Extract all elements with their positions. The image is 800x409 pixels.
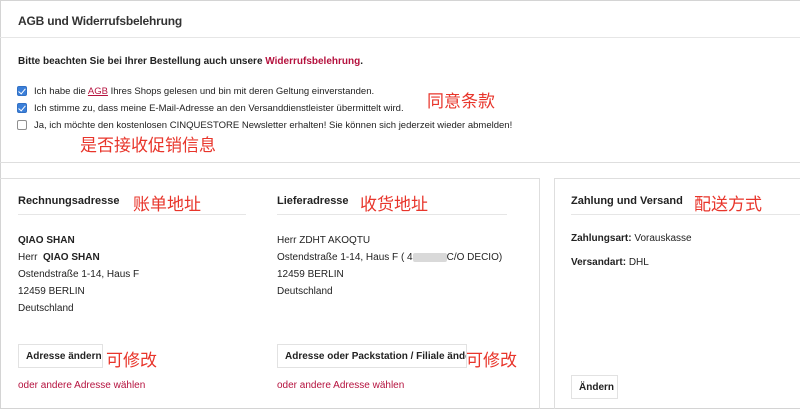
newsletter-row[interactable]: Ja, ich möchte den kostenlosen CINQUESTO… — [17, 118, 512, 132]
annotation-billing: 账单地址 — [133, 195, 201, 215]
agb-checkbox-row[interactable]: Ich habe die AGB Ihres Shops gelesen und… — [17, 84, 374, 98]
agb-note-text: Bitte beachten Sie bei Ihrer Bestellung … — [18, 56, 266, 67]
shipping-other-address-link[interactable]: oder andere Adresse wählen — [277, 380, 404, 391]
annotation-agree-terms: 同意条款 — [427, 92, 495, 112]
redacted-blur — [412, 252, 447, 262]
billing-title-divider — [18, 214, 246, 215]
widerruf-link[interactable]: Widerrufsbelehrung — [265, 56, 360, 67]
shipping-change-address-button[interactable]: Adresse oder Packstation / Filiale änder… — [277, 344, 467, 368]
agb-checkbox-label: Ich habe die AGB Ihres Shops gelesen und… — [34, 86, 374, 97]
billing-title: Rechnungsadresse — [18, 195, 120, 207]
shipping-street-part2: C/O DECIO) — [446, 252, 503, 263]
agb-panel: AGB und Widerrufsbelehrung Bitte beachte… — [0, 0, 800, 163]
shipping-method-value: DHL — [628, 257, 649, 268]
agb-title: AGB und Widerrufsbelehrung — [18, 14, 183, 28]
shipping-street: Ostendstraße 1-14, Haus F ( 4 C/O DECIO) — [277, 252, 502, 263]
billing-salutation-name: Herr QIAO SHAN — [18, 252, 100, 263]
shipping-method-label: Versandart: — [571, 257, 627, 268]
email-consent-checkbox[interactable] — [17, 103, 27, 113]
annotation-delivery-method: 配送方式 — [694, 195, 762, 215]
agb-note-end: . — [360, 56, 363, 67]
billing-street: Ostendstraße 1-14, Haus F — [18, 269, 140, 280]
annotation-editable-billing: 可修改 — [106, 351, 157, 371]
payment-method: Zahlungsart: Vorauskasse — [571, 233, 692, 244]
payment-title: Zahlung und Versand — [571, 195, 683, 207]
payment-panel: Zahlung und Versand 配送方式 Zahlungsart: Vo… — [554, 178, 800, 409]
billing-change-address-button[interactable]: Adresse ändern — [18, 344, 103, 368]
payment-title-divider — [571, 214, 800, 215]
billing-name-upper: QIAO SHAN — [18, 235, 75, 246]
payment-change-button[interactable]: Ändern — [571, 375, 618, 399]
agb-note: Bitte beachten Sie bei Ihrer Bestellung … — [18, 56, 363, 67]
shipping-country: Deutschland — [277, 286, 333, 297]
email-consent-row[interactable]: Ich stimme zu, dass meine E-Mail-Adresse… — [17, 101, 404, 115]
annotation-shipping: 收货地址 — [360, 195, 428, 215]
shipping-city: 12459 BERLIN — [277, 269, 344, 280]
newsletter-label: Ja, ich möchte den kostenlosen CINQUESTO… — [34, 119, 513, 131]
billing-other-address-link[interactable]: oder andere Adresse wählen — [18, 380, 145, 391]
billing-city: 12459 BERLIN — [18, 286, 85, 297]
annotation-editable-shipping: 可修改 — [466, 351, 517, 371]
shipping-method: Versandart: DHL — [571, 257, 649, 268]
newsletter-checkbox[interactable] — [17, 120, 27, 130]
agb-label-after: Ihres Shops gelesen und bin mit deren Ge… — [107, 85, 375, 97]
agb-checkbox[interactable] — [17, 86, 27, 96]
billing-name: QIAO SHAN — [43, 252, 100, 263]
annotation-newsletter: 是否接收促销信息 — [80, 136, 216, 156]
shipping-street-part1: Ostendstraße 1-14, Haus F ( 4 — [277, 252, 413, 263]
billing-country: Deutschland — [18, 303, 74, 314]
email-consent-label: Ich stimme zu, dass meine E-Mail-Adresse… — [34, 102, 404, 114]
shipping-title: Lieferadresse — [277, 195, 349, 207]
agb-link[interactable]: AGB — [88, 86, 108, 97]
billing-salutation: Herr — [18, 252, 38, 263]
payment-method-label: Zahlungsart: — [571, 233, 632, 244]
shipping-salutation-name: Herr ZDHT AKOQTU — [277, 235, 371, 246]
payment-method-value: Vorauskasse — [634, 233, 692, 244]
address-panel: Rechnungsadresse 账单地址 QIAO SHAN Herr QIA… — [0, 178, 540, 409]
agb-label-before: Ich habe die — [34, 85, 88, 97]
agb-header: AGB und Widerrufsbelehrung — [0, 0, 800, 38]
